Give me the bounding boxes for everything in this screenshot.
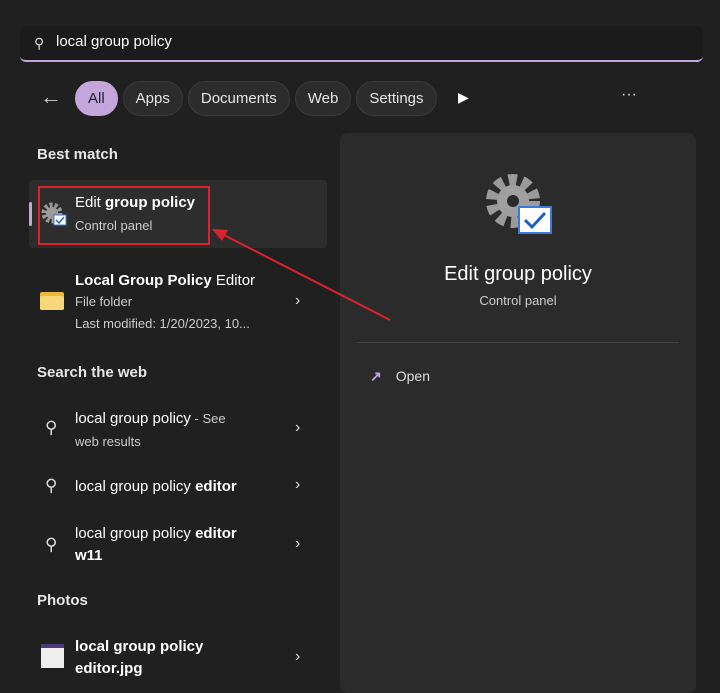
filter-apps[interactable]: Apps (122, 81, 183, 116)
photo-title-line2: editor.jpg (75, 660, 143, 677)
filter-documents[interactable]: Documents (187, 81, 290, 116)
result-text: local group policy (75, 410, 191, 427)
title-plain: Editor (211, 272, 256, 289)
preview-title: Edit group policy (444, 263, 592, 285)
filter-pills: All Apps Documents Web Settings (75, 81, 437, 116)
folder-icon (40, 292, 64, 310)
folder-item[interactable]: Local Group Policy Editor File folder La… (29, 266, 327, 336)
chevron-right-icon[interactable]: › (295, 419, 300, 437)
search-icon: ⚲ (45, 418, 58, 437)
search-box[interactable]: ⚲ (20, 26, 703, 62)
more-icon[interactable]: ··· (621, 86, 637, 104)
open-label: Open (395, 368, 430, 384)
open-external-icon: ↗ (370, 368, 382, 384)
search-icon: ⚲ (45, 476, 58, 495)
result-suffix: - See (190, 411, 226, 426)
folder-modified: Last modified: 1/20/2023, 10... (75, 316, 250, 331)
play-icon[interactable]: ▶ (458, 89, 469, 106)
annotation-box (38, 186, 210, 245)
result-text: local group policy (75, 478, 196, 495)
photo-item[interactable]: local group policy editor.jpg › (29, 628, 327, 684)
result-line2: w11 (75, 547, 103, 564)
filter-web[interactable]: Web (294, 81, 352, 116)
folder-type: File folder (75, 294, 133, 309)
chevron-right-icon[interactable]: › (295, 476, 300, 494)
divider (357, 342, 679, 343)
web-result[interactable]: ⚲ local group policy - See web results › (29, 400, 327, 456)
web-result[interactable]: ⚲ local group policy editor w11 › (29, 515, 327, 573)
web-heading: Search the web (37, 364, 148, 381)
photos-heading: Photos (37, 592, 88, 609)
title-bold: Local Group Policy (75, 272, 212, 289)
result-bold: editor (195, 478, 237, 495)
search-icon: ⚲ (45, 535, 58, 554)
result-bold: editor (195, 525, 237, 542)
search-icon: ⚲ (34, 35, 45, 51)
search-input[interactable] (56, 33, 656, 50)
image-thumbnail-icon (41, 644, 64, 668)
filter-settings[interactable]: Settings (356, 81, 437, 116)
selection-indicator (29, 202, 32, 226)
photo-title: local group policy (75, 638, 204, 655)
back-button[interactable]: ← (40, 84, 62, 110)
filter-all[interactable]: All (75, 81, 118, 116)
web-result[interactable]: ⚲ local group policy editor › (29, 466, 327, 508)
preview-panel: Edit group policy Control panel ↗ Open (340, 133, 696, 693)
result-text: local group policy (75, 525, 196, 542)
chevron-right-icon[interactable]: › (295, 292, 300, 310)
chevron-right-icon[interactable]: › (295, 648, 300, 666)
best-match-heading: Best match (37, 146, 118, 163)
gear-check-icon (486, 174, 552, 234)
open-action[interactable]: ↗ Open (370, 368, 430, 385)
result-line2: web results (75, 434, 141, 449)
chevron-right-icon[interactable]: › (295, 535, 300, 553)
preview-subtitle: Control panel (479, 293, 557, 308)
